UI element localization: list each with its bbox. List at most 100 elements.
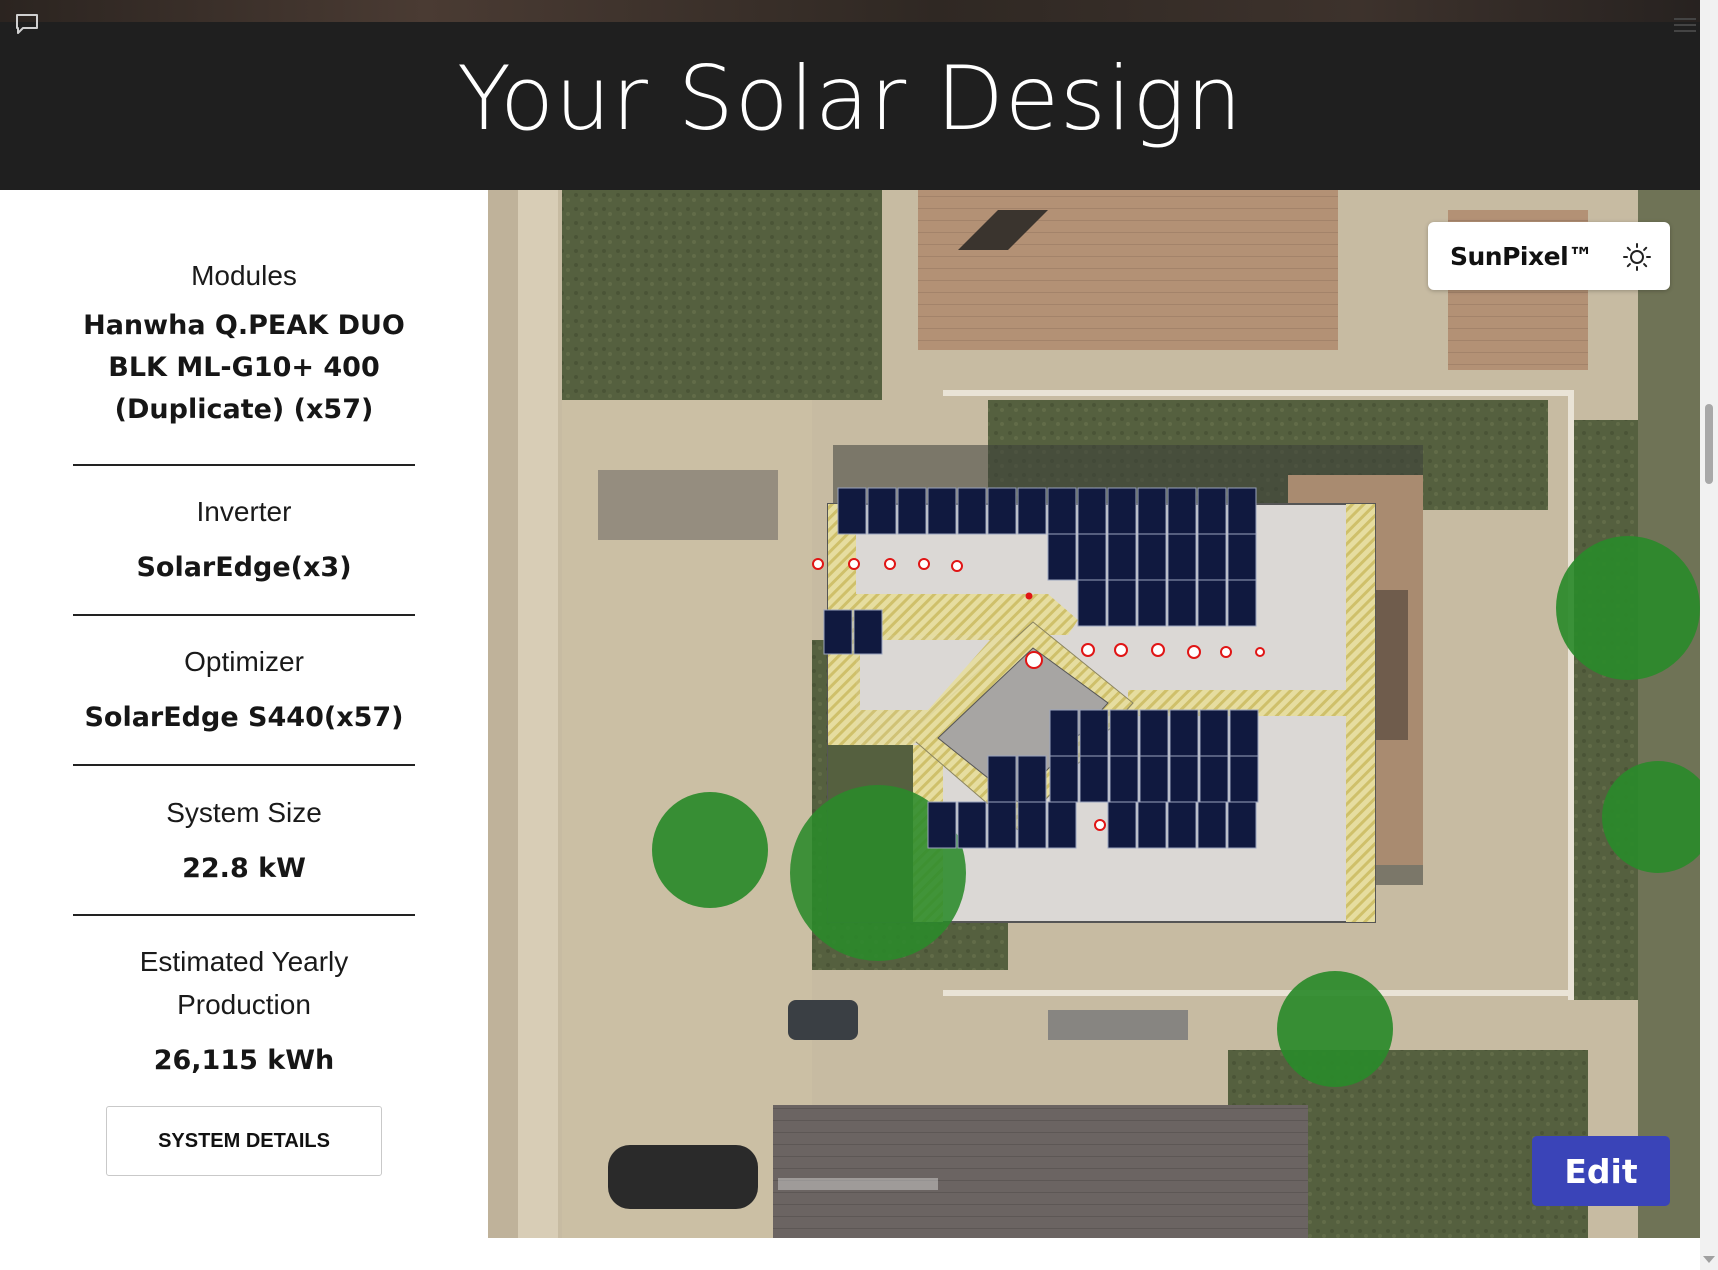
page-header: Your Solar Design — [0, 22, 1700, 190]
solar-panel[interactable] — [1107, 579, 1137, 627]
solar-panel[interactable] — [1197, 533, 1227, 581]
obstruction-marker[interactable] — [884, 558, 896, 570]
solar-panel[interactable] — [1017, 487, 1047, 535]
divider — [73, 764, 415, 766]
solar-panel[interactable] — [1169, 709, 1199, 757]
solar-panel[interactable] — [1079, 709, 1109, 757]
inverter-value: SolarEdge(x3) — [136, 552, 352, 583]
solar-panel[interactable] — [1167, 487, 1197, 535]
obstruction-marker[interactable] — [1025, 592, 1033, 600]
page-scrollbar[interactable] — [1700, 0, 1718, 1270]
sidewalk — [518, 190, 558, 1238]
scroll-down-arrow-icon[interactable] — [1703, 1256, 1715, 1263]
solar-panel[interactable] — [987, 487, 1017, 535]
solar-panel[interactable] — [1227, 533, 1257, 581]
solar-panel[interactable] — [957, 801, 987, 849]
solar-panel[interactable] — [1137, 487, 1167, 535]
obstruction-marker[interactable] — [1220, 646, 1232, 658]
solar-panel[interactable] — [1077, 487, 1107, 535]
solar-panel[interactable] — [1017, 801, 1047, 849]
tree[interactable] — [1556, 536, 1700, 680]
solar-panel[interactable] — [1077, 533, 1107, 581]
solar-panel[interactable] — [1047, 801, 1077, 849]
solar-panel[interactable] — [1167, 533, 1197, 581]
obstruction-marker[interactable] — [1094, 819, 1106, 831]
menu-icon[interactable] — [1672, 14, 1698, 36]
obstruction-marker[interactable] — [918, 558, 930, 570]
sunpixel-label: SunPixel™ — [1450, 241, 1593, 271]
solar-panel[interactable] — [837, 487, 867, 535]
solar-panel[interactable] — [1047, 487, 1077, 535]
solar-panel[interactable] — [1107, 487, 1137, 535]
solar-panel[interactable] — [1227, 487, 1257, 535]
inverter-label: Inverter — [196, 496, 292, 527]
solar-panel[interactable] — [823, 609, 853, 655]
solar-panel[interactable] — [1229, 755, 1259, 803]
solar-panel[interactable] — [1079, 755, 1109, 803]
obstruction-marker[interactable] — [1151, 643, 1165, 657]
solar-panel[interactable] — [1109, 755, 1139, 803]
system-size-value: 22.8 kW — [182, 853, 306, 884]
obstruction-marker[interactable] — [1187, 645, 1201, 659]
solar-panel[interactable] — [1199, 709, 1229, 757]
solar-panel[interactable] — [1169, 755, 1199, 803]
solar-panel[interactable] — [1197, 487, 1227, 535]
obstruction-marker[interactable] — [848, 558, 860, 570]
solar-panel[interactable] — [1137, 801, 1167, 849]
solar-panel[interactable] — [1227, 579, 1257, 627]
scrollbar-thumb[interactable] — [1705, 404, 1713, 484]
background-photo-strip — [0, 0, 1700, 24]
edit-design-button[interactable]: Edit — [1532, 1136, 1670, 1206]
lawn — [1568, 420, 1638, 1000]
obstruction-marker[interactable] — [1081, 643, 1095, 657]
obstruction-marker[interactable] — [1114, 643, 1128, 657]
obstruction-marker[interactable] — [1255, 647, 1265, 657]
solar-panel[interactable] — [1167, 579, 1197, 627]
inverter-section: Inverter SolarEdge(x3) — [73, 490, 415, 589]
solar-panel[interactable] — [1139, 709, 1169, 757]
solar-panel[interactable] — [1047, 533, 1077, 581]
system-details-button[interactable]: SYSTEM DETAILS — [106, 1106, 382, 1176]
solar-panel[interactable] — [957, 487, 987, 535]
tree[interactable] — [652, 792, 768, 908]
modules-value-line-1: Hanwha Q.PEAK DUO — [83, 310, 405, 341]
solar-panel[interactable] — [1229, 709, 1259, 757]
solar-panel[interactable] — [1137, 533, 1167, 581]
solar-panel[interactable] — [1109, 709, 1139, 757]
solar-panel[interactable] — [1199, 755, 1229, 803]
satellite-map[interactable] — [488, 190, 1700, 1238]
solar-panel[interactable] — [927, 801, 957, 849]
solar-panel[interactable] — [1227, 801, 1257, 849]
obstruction-marker[interactable] — [812, 558, 824, 570]
sun-icon — [1623, 243, 1651, 271]
solar-panel[interactable] — [1017, 755, 1047, 803]
production-label-line-1: Estimated Yearly — [139, 946, 349, 977]
solar-panel[interactable] — [1107, 533, 1137, 581]
solar-panel[interactable] — [1049, 755, 1079, 803]
optimizer-label: Optimizer — [184, 646, 304, 677]
neighbor-roof — [773, 1105, 1308, 1238]
solar-panel[interactable] — [1049, 709, 1079, 757]
solar-panel[interactable] — [897, 487, 927, 535]
solar-panel[interactable] — [1139, 755, 1169, 803]
solar-panel[interactable] — [1167, 801, 1197, 849]
solar-panel[interactable] — [867, 487, 897, 535]
modules-value-line-2: BLK ML-G10+ 400 — [108, 352, 380, 383]
solar-panel[interactable] — [987, 755, 1017, 803]
solar-panel[interactable] — [1077, 579, 1107, 627]
page-title: Your Solar Design — [457, 46, 1243, 150]
tree[interactable] — [1277, 971, 1393, 1087]
solar-panel[interactable] — [1107, 801, 1137, 849]
optimizer-value: SolarEdge S440(x57) — [84, 702, 404, 733]
solar-panel[interactable] — [1197, 801, 1227, 849]
chat-icon[interactable] — [14, 12, 40, 36]
obstruction-marker[interactable] — [1025, 651, 1043, 669]
solar-panel[interactable] — [927, 487, 957, 535]
divider — [73, 914, 415, 916]
solar-panel[interactable] — [987, 801, 1017, 849]
obstruction-marker[interactable] — [951, 560, 963, 572]
sunpixel-toggle-button[interactable]: SunPixel™ — [1428, 222, 1670, 290]
solar-panel[interactable] — [853, 609, 883, 655]
solar-panel[interactable] — [1137, 579, 1167, 627]
solar-panel[interactable] — [1197, 579, 1227, 627]
